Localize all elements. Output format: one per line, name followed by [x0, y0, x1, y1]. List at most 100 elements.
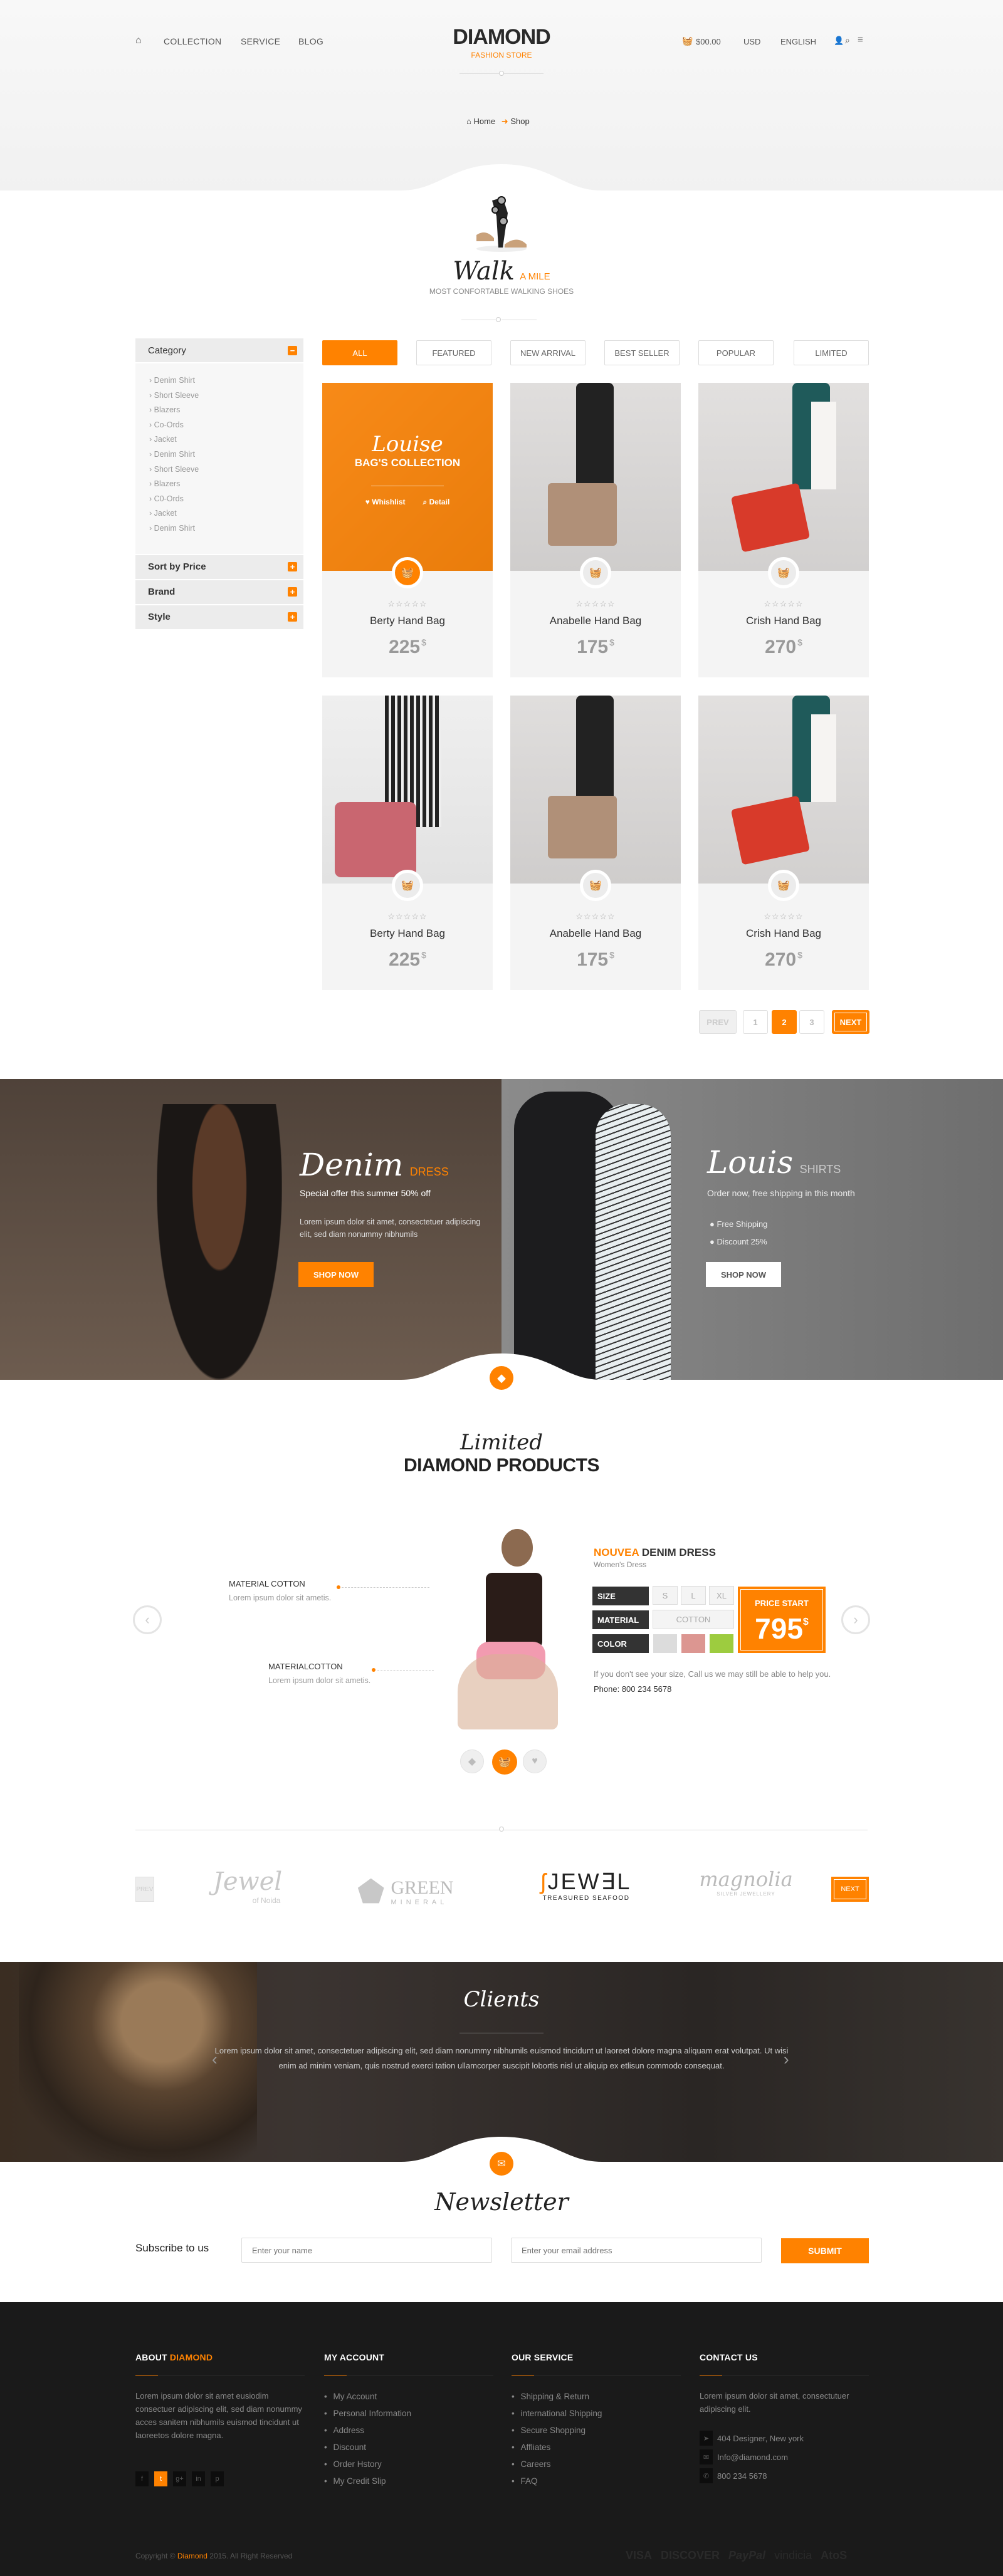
category-item[interactable]: › C0-Ords	[149, 492, 303, 507]
brands-prev-button[interactable]: PREV	[135, 1877, 154, 1902]
testimonial-next[interactable]: ›	[784, 2050, 789, 2069]
footer-link[interactable]: Affliates	[512, 2439, 681, 2456]
product-name[interactable]: Crish Hand Bag	[698, 615, 869, 627]
product-card[interactable]: Louise BAG'S COLLECTION ♥ Whishlist ⌕ De…	[322, 383, 493, 677]
footer-link[interactable]: My Account	[324, 2388, 493, 2405]
brand-logo[interactable]: Jewel of Noida	[197, 1867, 298, 1905]
contact-email[interactable]: Info@diamond.com	[717, 2453, 788, 2462]
filter-popular[interactable]: POPULAR	[698, 340, 774, 365]
filter-limited[interactable]: LIMITED	[794, 340, 869, 365]
product-name[interactable]: Crish Hand Bag	[698, 927, 869, 940]
pagination-page[interactable]: 3	[799, 1010, 824, 1034]
currency-select[interactable]: USD	[743, 37, 760, 46]
category-item[interactable]: › Denim Shirt	[149, 447, 303, 462]
add-to-cart-button[interactable]: 🧺	[580, 557, 611, 588]
footer-link[interactable]: Shipping & Return	[512, 2388, 681, 2405]
style-header[interactable]: Style +	[135, 605, 303, 629]
add-to-cart-button[interactable]: 🧺	[492, 1749, 517, 1775]
shop-now-button[interactable]: SHOP NOW	[298, 1262, 374, 1287]
footer-link[interactable]: My Credit Slip	[324, 2473, 493, 2490]
pagination-page-current[interactable]: 2	[772, 1010, 797, 1034]
footer-link[interactable]: Careers	[512, 2456, 681, 2473]
language-select[interactable]: ENGLISH	[780, 37, 816, 46]
add-to-cart-button[interactable]: 🧺	[768, 870, 799, 901]
wishlist-link[interactable]: ♥ Whishlist	[365, 498, 406, 507]
prev-arrow-button[interactable]: ‹	[133, 1605, 162, 1634]
size-option[interactable]: S	[653, 1586, 678, 1605]
twitter-icon[interactable]: t	[154, 2471, 167, 2486]
filter-all[interactable]: ALL	[322, 340, 397, 365]
diamond-button[interactable]: ◆	[460, 1749, 484, 1773]
testimonial-prev[interactable]: ‹	[212, 2050, 218, 2069]
footer-link[interactable]: Discount	[324, 2439, 493, 2456]
brand-header[interactable]: Brand +	[135, 580, 303, 604]
menu-icon[interactable]: ≡	[858, 34, 863, 45]
category-item[interactable]: › Denim Shirt	[149, 521, 303, 536]
brand-logo[interactable]: ⬟ GREEN MINERAL	[357, 1874, 483, 1910]
name-input[interactable]	[241, 2238, 492, 2263]
pinterest-icon[interactable]: p	[211, 2471, 224, 2486]
product-card[interactable]: 🧺 ☆☆☆☆☆ Crish Hand Bag 270 $	[698, 696, 869, 990]
search-icon[interactable]: ⌕	[845, 35, 850, 46]
filter-new-arrival[interactable]: NEW ARRIVAL	[510, 340, 586, 365]
pagination-prev[interactable]: PREV	[699, 1010, 737, 1034]
category-header[interactable]: Category −	[135, 338, 303, 362]
category-item[interactable]: › Blazers	[149, 403, 303, 418]
expand-icon[interactable]: +	[288, 562, 297, 572]
add-to-cart-button[interactable]: 🧺	[392, 557, 423, 588]
logo[interactable]: DIAMOND FASHION STORE	[439, 25, 564, 60]
facebook-icon[interactable]: f	[135, 2471, 149, 2486]
footer-link[interactable]: Secure Shopping	[512, 2422, 681, 2439]
google-plus-icon[interactable]: g+	[173, 2471, 186, 2486]
product-card[interactable]: 🧺 ☆☆☆☆☆ Berty Hand Bag 225 $	[322, 696, 493, 990]
product-name[interactable]: Anabelle Hand Bag	[510, 615, 681, 627]
shop-now-button[interactable]: SHOP NOW	[706, 1262, 781, 1287]
collapse-icon[interactable]: −	[288, 345, 297, 355]
brand-logo[interactable]: magnolia SILVER JEWELLERY	[686, 1867, 806, 1897]
product-name[interactable]: Anabelle Hand Bag	[510, 927, 681, 940]
nav-collection[interactable]: COLLECTION	[164, 36, 221, 46]
category-item[interactable]: › Blazers	[149, 477, 303, 492]
breadcrumb-home[interactable]: Home	[473, 117, 495, 126]
filter-best-seller[interactable]: BEST SELLER	[604, 340, 680, 365]
submit-button[interactable]: SUBMIT	[781, 2238, 869, 2263]
category-item[interactable]: › Co-Ords	[149, 418, 303, 433]
footer-link[interactable]: Personal Information	[324, 2405, 493, 2422]
category-item[interactable]: › Short Sleeve	[149, 462, 303, 477]
expand-icon[interactable]: +	[288, 587, 297, 597]
brands-next-button[interactable]: NEXT	[831, 1877, 869, 1902]
size-option[interactable]: L	[681, 1586, 706, 1605]
nav-service[interactable]: SERVICE	[241, 36, 280, 46]
product-card[interactable]: 🧺 ☆☆☆☆☆ Anabelle Hand Bag 175 $	[510, 696, 681, 990]
add-to-cart-button[interactable]: 🧺	[392, 870, 423, 901]
expand-icon[interactable]: +	[288, 612, 297, 622]
color-swatch[interactable]	[710, 1634, 733, 1653]
category-item[interactable]: › Jacket	[149, 432, 303, 447]
size-option[interactable]: XL	[709, 1586, 734, 1605]
nav-blog[interactable]: BLOG	[298, 36, 323, 46]
user-icon[interactable]: 👤	[834, 36, 844, 46]
wishlist-button[interactable]: ♥	[523, 1749, 547, 1773]
brand-logo[interactable]: ʃJEW∃L TREASURED SEAFOOD	[527, 1869, 646, 1902]
footer-link[interactable]: international Shipping	[512, 2405, 681, 2422]
category-item[interactable]: › Short Sleeve	[149, 388, 303, 404]
product-card[interactable]: 🧺 ☆☆☆☆☆ Anabelle Hand Bag 175 $	[510, 383, 681, 677]
color-swatch[interactable]	[653, 1634, 677, 1653]
product-name[interactable]: Berty Hand Bag	[322, 615, 493, 627]
product-name[interactable]: Berty Hand Bag	[322, 927, 493, 940]
sort-by-price-header[interactable]: Sort by Price +	[135, 555, 303, 579]
add-to-cart-button[interactable]: 🧺	[768, 557, 799, 588]
category-item[interactable]: › Jacket	[149, 506, 303, 521]
footer-link[interactable]: Order Hstory	[324, 2456, 493, 2473]
filter-featured[interactable]: FEATURED	[416, 340, 491, 365]
pagination-next[interactable]: NEXT	[832, 1010, 869, 1034]
detail-link[interactable]: ⌕ Detail	[423, 498, 450, 507]
cart-icon[interactable]: 🧺	[682, 36, 693, 46]
cart-total[interactable]: $00.00	[696, 37, 721, 46]
footer-link[interactable]: Address	[324, 2422, 493, 2439]
email-input[interactable]	[511, 2238, 762, 2263]
home-icon[interactable]: ⌂	[135, 35, 142, 46]
category-item[interactable]: › Denim Shirt	[149, 373, 303, 388]
product-card[interactable]: 🧺 ☆☆☆☆☆ Crish Hand Bag 270 $	[698, 383, 869, 677]
footer-link[interactable]: FAQ	[512, 2473, 681, 2490]
